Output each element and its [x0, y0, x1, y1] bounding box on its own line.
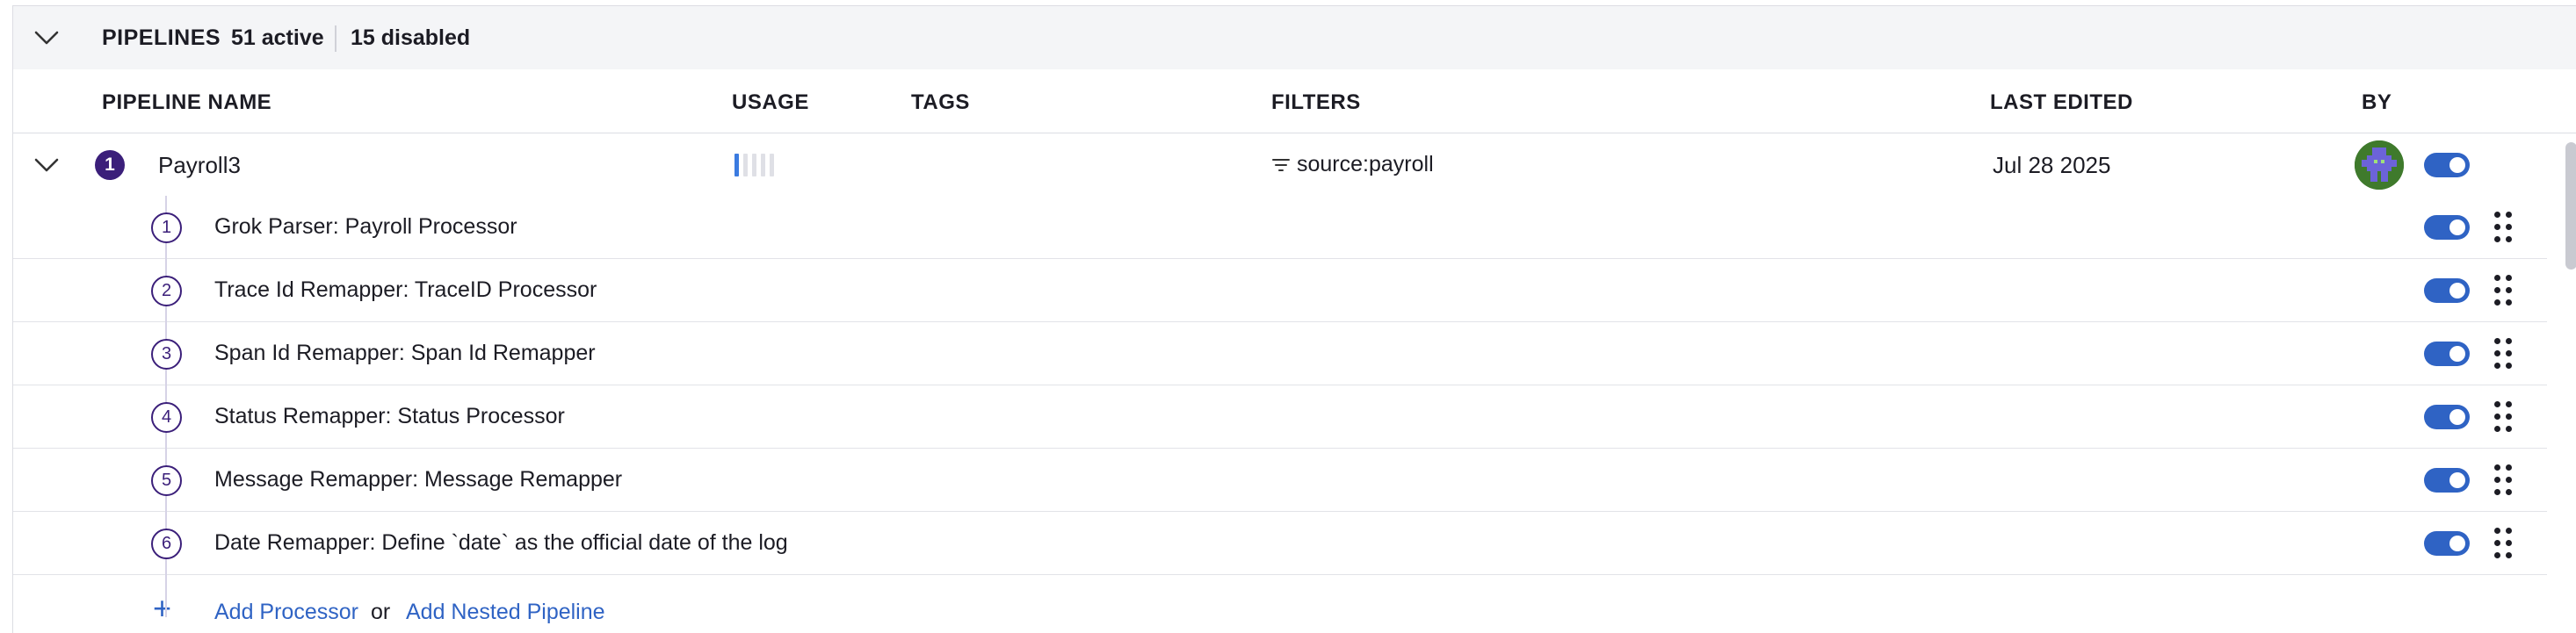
- drag-handle-icon[interactable]: [2493, 338, 2514, 370]
- column-pipeline-name: PIPELINE NAME: [102, 90, 272, 114]
- table-header: PIPELINE NAME USAGE TAGS FILTERS LAST ED…: [13, 69, 2576, 133]
- add-nested-pipeline-link[interactable]: Add Nested Pipeline: [406, 600, 605, 625]
- usage-meter: [734, 154, 774, 176]
- drag-handle-icon[interactable]: [2493, 275, 2514, 306]
- processor-enabled-toggle[interactable]: [2424, 468, 2470, 493]
- processor-row[interactable]: 1 Grok Parser: Payroll Processor: [13, 196, 2547, 259]
- processor-row[interactable]: 5 Message Remapper: Message Remapper: [13, 449, 2547, 512]
- group-title: PIPELINES: [102, 25, 221, 50]
- processor-name[interactable]: Trace Id Remapper: TraceID Processor: [214, 277, 597, 303]
- add-actions-row: + Add Processor or Add Nested Pipeline: [13, 580, 2547, 633]
- processor-row[interactable]: 6 Date Remapper: Define `date` as the of…: [13, 512, 2547, 575]
- usage-bar: [752, 154, 756, 176]
- pipeline-row[interactable]: 1 Payroll3 source:payroll Jul 28 2025: [13, 133, 2547, 197]
- processor-enabled-toggle[interactable]: [2424, 405, 2470, 429]
- disabled-count: 15 disabled: [351, 25, 471, 50]
- filter-query: source:payroll: [1297, 152, 1434, 176]
- scrollbar-thumb[interactable]: [2565, 142, 2576, 270]
- usage-bar: [743, 154, 748, 176]
- processor-enabled-toggle[interactable]: [2424, 215, 2470, 240]
- processor-row[interactable]: 2 Trace Id Remapper: TraceID Processor: [13, 259, 2547, 322]
- processor-name[interactable]: Span Id Remapper: Span Id Remapper: [214, 341, 596, 366]
- column-tags: TAGS: [911, 90, 970, 114]
- drag-handle-icon[interactable]: [2493, 401, 2514, 433]
- usage-bar: [734, 154, 739, 176]
- processor-index-badge: 4: [151, 402, 182, 433]
- plus-icon[interactable]: +: [153, 593, 171, 624]
- pipeline-filter: source:payroll: [1272, 152, 1434, 177]
- column-last-edited: LAST EDITED: [1990, 90, 2133, 114]
- column-filters: FILTERS: [1271, 90, 1361, 114]
- add-processor-link[interactable]: Add Processor: [214, 600, 358, 625]
- pipelines-panel: PIPELINES 51 active 15 disabled PIPELINE…: [12, 5, 2576, 633]
- processor-enabled-toggle[interactable]: [2424, 278, 2470, 303]
- processor-enabled-toggle[interactable]: [2424, 342, 2470, 366]
- or-text: or: [371, 600, 391, 624]
- column-by: BY: [2362, 90, 2392, 114]
- column-usage: USAGE: [732, 90, 809, 114]
- drag-handle-icon[interactable]: [2493, 212, 2514, 243]
- processor-name[interactable]: Status Remapper: Status Processor: [214, 404, 565, 429]
- usage-bar: [770, 154, 774, 176]
- pipeline-name[interactable]: Payroll3: [158, 152, 241, 179]
- filter-icon: [1272, 158, 1290, 171]
- processor-index-badge: 5: [151, 465, 182, 496]
- user-avatar[interactable]: [2355, 140, 2404, 190]
- processor-name[interactable]: Date Remapper: Define `date` as the offi…: [214, 530, 788, 556]
- processor-index-badge: 6: [151, 529, 182, 559]
- collapse-chevron-down-icon[interactable]: [29, 147, 64, 183]
- processor-row[interactable]: 3 Span Id Remapper: Span Id Remapper: [13, 322, 2547, 385]
- processor-index-badge: 2: [151, 276, 182, 306]
- pipelines-group-header[interactable]: PIPELINES 51 active 15 disabled: [13, 6, 2576, 70]
- drag-handle-icon[interactable]: [2493, 464, 2514, 496]
- processor-row[interactable]: 4 Status Remapper: Status Processor: [13, 385, 2547, 449]
- processor-name[interactable]: Message Remapper: Message Remapper: [214, 467, 622, 493]
- usage-bar: [761, 154, 765, 176]
- drag-handle-icon[interactable]: [2493, 528, 2514, 559]
- processor-index-badge: 3: [151, 339, 182, 370]
- pipeline-index-badge: 1: [95, 150, 125, 180]
- processor-enabled-toggle[interactable]: [2424, 531, 2470, 556]
- collapse-chevron-down-icon[interactable]: [29, 20, 64, 55]
- pipeline-enabled-toggle[interactable]: [2424, 153, 2470, 177]
- processor-index-badge: 1: [151, 212, 182, 243]
- divider: [335, 25, 336, 52]
- processor-name[interactable]: Grok Parser: Payroll Processor: [214, 214, 517, 240]
- last-edited-date: Jul 28 2025: [1993, 152, 2111, 178]
- active-count: 51 active: [231, 25, 324, 50]
